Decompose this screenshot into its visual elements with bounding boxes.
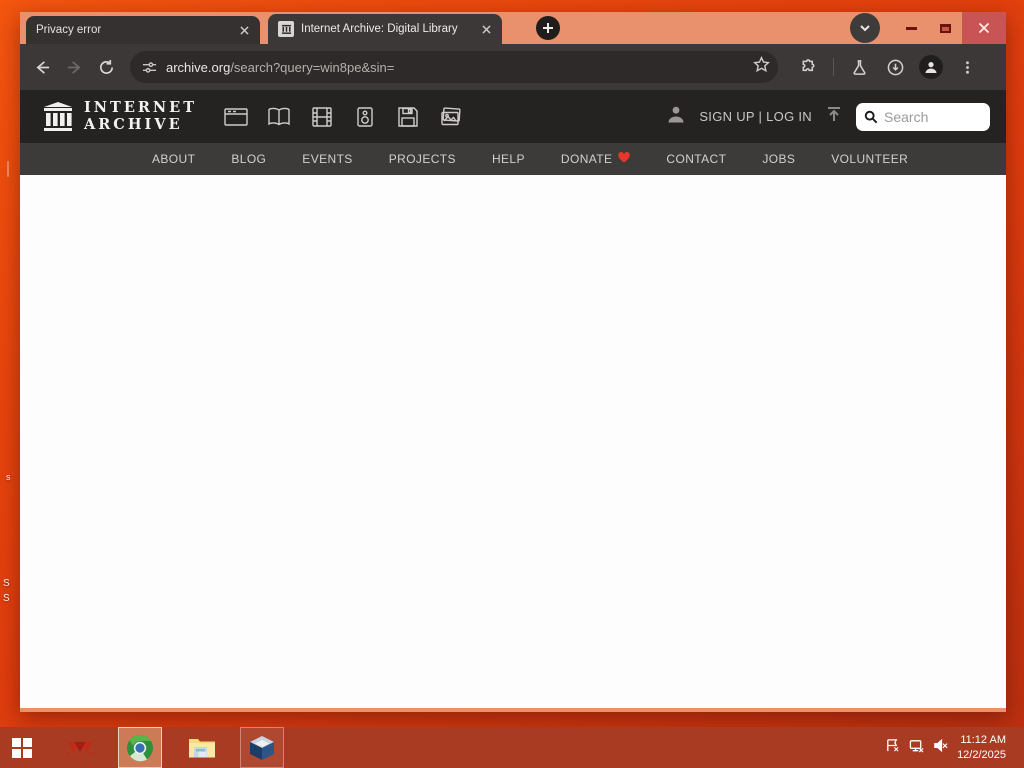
tab-title: Privacy error: [36, 24, 102, 36]
forward-button[interactable]: [58, 51, 90, 83]
profile-avatar-icon[interactable]: [915, 51, 947, 83]
header-account-area: SIGN UP | LOG IN: [666, 102, 990, 131]
internet-archive-wordmark: INTERNET ARCHIVE: [84, 99, 198, 133]
taskbar-chrome-button[interactable]: [118, 727, 162, 768]
nav-item-about[interactable]: ABOUT: [152, 152, 195, 166]
page-content-blank: [20, 175, 1006, 708]
browser-titlebar[interactable]: Privacy error Internet Archive: Digital …: [20, 12, 1006, 44]
taskbar-red-app-button[interactable]: [58, 727, 102, 768]
taskbar-clock[interactable]: 11:12 AM 12/2/2025: [957, 733, 1014, 763]
desktop-icon-fragment: [7, 161, 9, 177]
tab-internet-archive[interactable]: Internet Archive: Digital Library: [268, 14, 502, 44]
nav-item-projects[interactable]: PROJECTS: [389, 152, 456, 166]
url-domain: archive.org: [166, 59, 231, 75]
url-path: /search?query=win8pe&sin=: [230, 59, 395, 75]
red-app-icon: [67, 739, 93, 757]
labs-flask-icon[interactable]: [843, 51, 875, 83]
account-person-icon[interactable]: [666, 104, 686, 129]
audio-speaker-icon[interactable]: [352, 105, 378, 129]
nav-item-volunteer[interactable]: VOLUNTEER: [831, 152, 908, 166]
network-status-icon[interactable]: [909, 738, 924, 758]
windows-logo-icon: [12, 737, 32, 758]
browser-window: Privacy error Internet Archive: Digital …: [20, 12, 1006, 712]
tab-close-icon[interactable]: [236, 22, 252, 38]
clock-date: 12/2/2025: [957, 748, 1006, 761]
window-controls: [850, 12, 1006, 44]
internet-archive-building-icon: [44, 101, 72, 131]
heart-icon: [618, 151, 631, 166]
windows-taskbar: 11:12 AM 12/2/2025: [0, 727, 1024, 768]
media-type-icons: [223, 105, 464, 129]
nav-item-help[interactable]: HELP: [492, 152, 525, 166]
internet-archive-header: INTERNET ARCHIVE SIGN UP | LOG IN Search: [20, 90, 1006, 143]
browser-toolbar: archive.org/search?query=win8pe&sin=: [20, 44, 1006, 90]
nav-item-blog[interactable]: BLOG: [231, 152, 266, 166]
signup-login-link[interactable]: SIGN UP | LOG IN: [699, 109, 812, 124]
bookmark-star-icon[interactable]: [753, 56, 770, 78]
archive-nav-bar: ABOUT BLOG EVENTS PROJECTS HELP DONATE C…: [20, 143, 1006, 175]
nav-item-jobs[interactable]: JOBS: [762, 152, 795, 166]
desktop-icon-label-fragment: s: [6, 472, 11, 482]
internet-archive-logo[interactable]: INTERNET ARCHIVE: [42, 100, 197, 132]
clock-time: 11:12 AM: [960, 733, 1006, 746]
menu-kebab-icon[interactable]: [951, 51, 983, 83]
minimize-button[interactable]: [894, 12, 928, 44]
taskbar-file-explorer-button[interactable]: [180, 727, 224, 768]
tab-strip: Privacy error Internet Archive: Digital …: [26, 12, 502, 44]
internet-archive-favicon-icon: [278, 21, 294, 37]
upload-icon[interactable]: [825, 105, 843, 128]
search-icon: [864, 110, 878, 123]
extensions-puzzle-icon[interactable]: [792, 51, 824, 83]
video-film-icon[interactable]: [309, 105, 335, 129]
new-tab-button[interactable]: [536, 16, 560, 40]
desktop-icon-label-fragment: S: [3, 593, 10, 604]
archive-search-input[interactable]: [884, 108, 982, 125]
desktop-icon-label-fragment: S: [3, 578, 10, 589]
virtualbox-icon: [250, 735, 274, 760]
back-button[interactable]: [26, 51, 58, 83]
close-button[interactable]: [962, 12, 1006, 44]
nav-item-contact[interactable]: CONTACT: [666, 152, 726, 166]
nav-item-events[interactable]: EVENTS: [302, 152, 352, 166]
tab-privacy-error[interactable]: Privacy error: [26, 16, 260, 44]
tab-close-icon[interactable]: [478, 21, 494, 37]
url-text[interactable]: archive.org/search?query=win8pe&sin=: [166, 60, 744, 75]
tab-title: Internet Archive: Digital Library: [301, 23, 458, 35]
software-floppy-icon[interactable]: [395, 105, 421, 129]
maximize-button[interactable]: [928, 12, 962, 44]
volume-muted-icon[interactable]: [933, 738, 948, 758]
taskbar-virtualbox-button[interactable]: [240, 727, 284, 768]
tab-search-button[interactable]: [850, 13, 880, 43]
action-center-flag-icon[interactable]: [885, 738, 900, 758]
toolbar-separator: [833, 58, 834, 76]
address-bar[interactable]: archive.org/search?query=win8pe&sin=: [130, 51, 778, 83]
texts-book-icon[interactable]: [266, 105, 292, 129]
toolbar-right-cluster: [792, 51, 983, 83]
file-explorer-icon: [189, 738, 215, 757]
archive-search-box[interactable]: [856, 102, 990, 131]
downloads-icon[interactable]: [879, 51, 911, 83]
web-icon[interactable]: [223, 105, 249, 129]
system-tray: 11:12 AM 12/2/2025: [885, 733, 1024, 763]
start-button[interactable]: [0, 727, 44, 768]
chrome-icon: [127, 734, 153, 761]
nav-item-donate[interactable]: DONATE: [561, 151, 631, 166]
images-photos-icon[interactable]: [438, 105, 464, 129]
refresh-button[interactable]: [90, 51, 122, 83]
site-settings-icon[interactable]: [142, 60, 157, 75]
